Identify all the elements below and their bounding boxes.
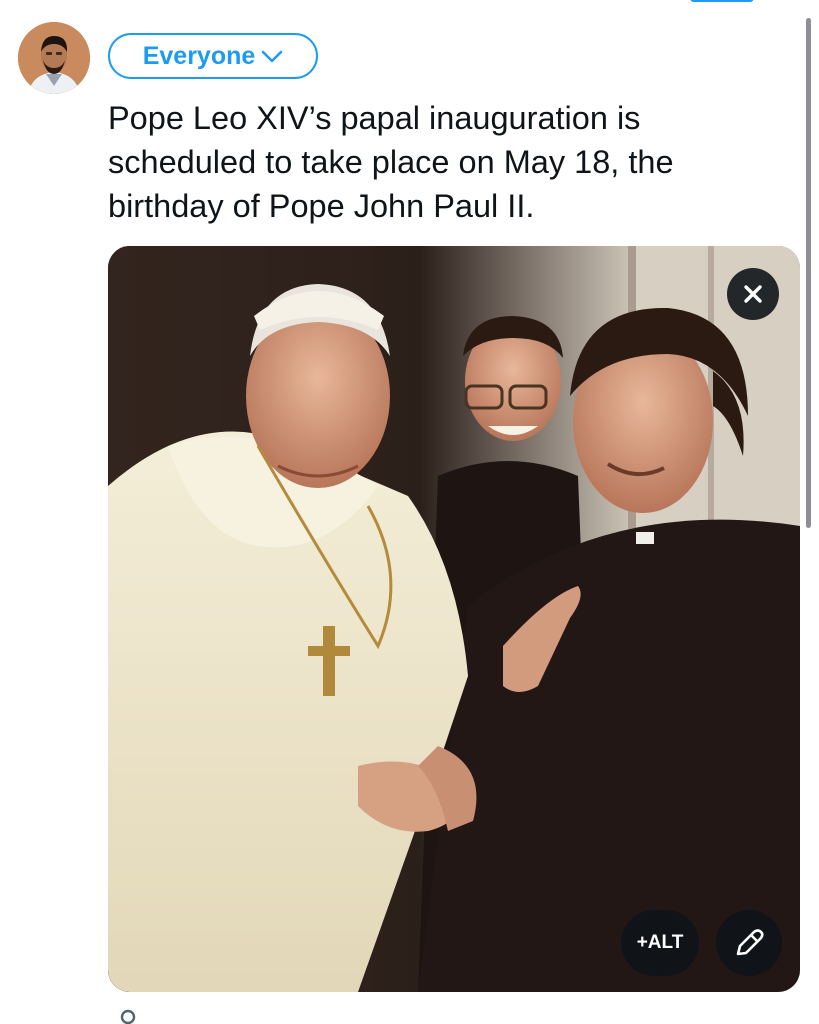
post-text-input[interactable]: Pope Leo XIV’s papal inauguration is sch… [108, 96, 768, 228]
audience-selector-button[interactable]: Everyone [108, 33, 318, 79]
add-alt-text-button[interactable]: +ALT [621, 910, 699, 976]
close-icon [744, 285, 762, 303]
top-action-button-edge[interactable] [690, 0, 754, 2]
attached-photo [108, 246, 800, 992]
scrollbar[interactable] [806, 18, 811, 528]
alt-label: +ALT [636, 932, 684, 953]
cut-off-row [118, 1008, 138, 1024]
post-composer-screen: Everyone Pope Leo XIV’s papal inaugurati… [0, 0, 819, 1024]
remove-media-button[interactable] [727, 268, 779, 320]
pencil-icon [736, 929, 764, 956]
avatar [18, 22, 90, 94]
location-icon [120, 1009, 136, 1024]
audience-label: Everyone [142, 41, 256, 70]
edit-media-button[interactable] [716, 910, 782, 976]
chevron-down-icon [261, 50, 283, 63]
